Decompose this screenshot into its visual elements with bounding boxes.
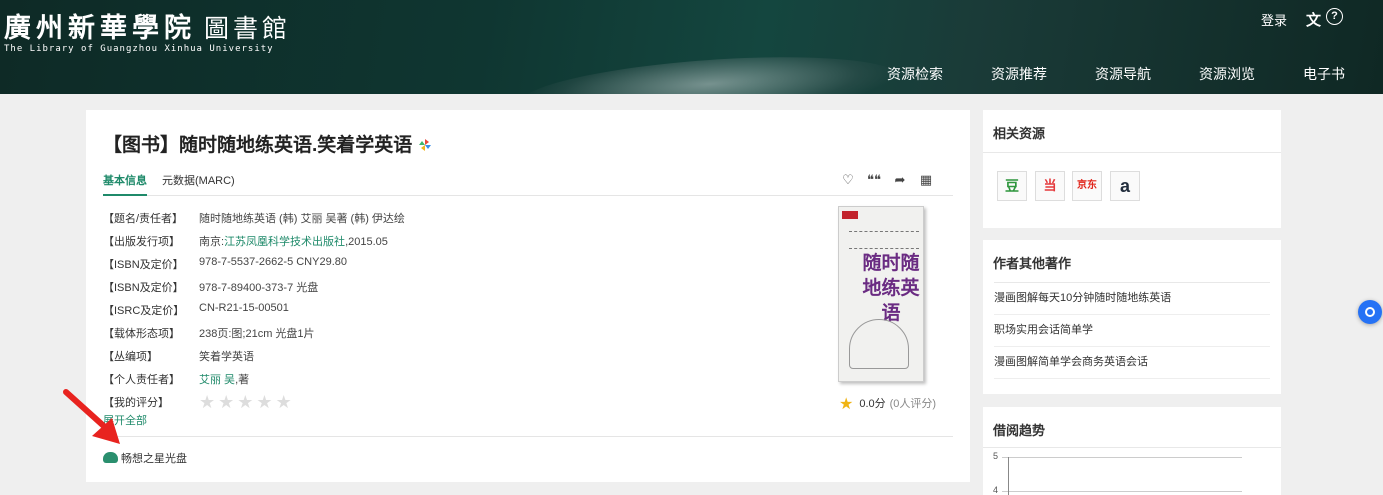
trend-gridline	[1002, 457, 1242, 458]
login-link[interactable]: 登录	[1261, 10, 1287, 29]
star-icon[interactable]: ★	[237, 392, 253, 412]
nav-resource-browse[interactable]: 资源浏览	[1199, 64, 1255, 84]
author-link[interactable]: 艾丽 吴	[199, 374, 235, 386]
cd-resource-link[interactable]: 畅想之星光盘	[103, 450, 187, 466]
related-resources-panel: 相关资源	[983, 110, 1281, 228]
author-work-item[interactable]: 漫画图解每天10分钟随时随地练英语	[994, 283, 1270, 315]
author-work-item[interactable]: 漫画图解简单学会商务英语会话	[994, 347, 1270, 379]
divider	[983, 447, 1281, 448]
field-label: 【个人责任者】	[103, 374, 180, 386]
nav-resource-recommend[interactable]: 资源推荐	[991, 64, 1047, 84]
book-cover[interactable]: 随时随地练英语	[838, 206, 924, 382]
logo-english-name: The Library of Guangzhou Xinhua Universi…	[4, 44, 274, 54]
related-resources-title: 相关资源	[993, 126, 1046, 141]
trend-axis	[1008, 457, 1009, 495]
field-label: 【题名/责任者】	[103, 213, 184, 225]
trend-gridline	[1002, 491, 1242, 492]
author-works-panel: 作者其他著作 漫画图解每天10分钟随时随地练英语 职场实用会话简单学 漫画图解简…	[983, 240, 1281, 394]
detail-tabs: 基本信息 元数据(MARC) ♡ ❝❝ ➦ ▦	[103, 172, 953, 196]
star-icon[interactable]: ★	[256, 392, 272, 412]
nav-ebook[interactable]: 电子书	[1303, 64, 1345, 84]
field-value: 随时随地练英语 (韩) 艾丽 吴著 (韩) 伊达绘	[199, 213, 405, 225]
site-header: 廣州新華學院 圖書館 The Library of Guangzhou Xinhu…	[0, 0, 1383, 94]
star-icon[interactable]: ★	[199, 392, 215, 412]
cover-illustration-figure	[849, 319, 909, 369]
field-value: 978-7-5537-2662-5 CNY29.80	[199, 256, 347, 268]
book-title: 【图书】随时随地练英语.笑着学英语	[103, 130, 432, 157]
help-icon[interactable]: ?	[1326, 8, 1343, 25]
douban-icon[interactable]: 豆	[997, 171, 1027, 201]
field-label: 【ISBN及定价】	[103, 282, 184, 294]
trend-tick-label: 5	[993, 451, 999, 461]
floating-assistant-button[interactable]	[1358, 300, 1382, 324]
divider	[100, 436, 953, 437]
author-work-item[interactable]: 职场实用会话简单学	[994, 315, 1270, 347]
cover-illustration	[849, 231, 919, 249]
divider	[983, 152, 1281, 153]
cover-publisher-logo	[842, 211, 858, 219]
book-detail-card: 【图书】随时随地练英语.笑着学英语 基本信息 元数据(MARC) ♡ ❝❝ ➦ …	[86, 110, 970, 482]
borrow-trend-title: 借阅趋势	[993, 423, 1046, 438]
book-title-text: 【图书】随时随地练英语.笑着学英语	[103, 135, 413, 156]
field-label: 【丛编项】	[103, 351, 158, 363]
main-nav: 资源检索 资源推荐 资源导航 资源浏览 电子书	[839, 64, 1345, 84]
cover-title: 随时随地练英语	[862, 253, 920, 324]
field-value: 238页:图;21cm 光盘1片	[199, 328, 315, 340]
author-role: ,著	[235, 374, 250, 386]
field-value: 艾丽 吴,著	[199, 371, 249, 387]
logo-library-name: 圖書館	[204, 14, 292, 43]
field-label: 【ISRC及定价】	[103, 305, 185, 317]
tab-marc[interactable]: 元数据(MARC)	[162, 172, 235, 196]
rating-stars[interactable]: ★ ★ ★ ★ ★	[199, 392, 295, 413]
logo-university-name: 廣州新華學院	[4, 13, 196, 44]
field-label: 【出版发行项】	[103, 236, 180, 248]
pinwheel-icon[interactable]	[418, 138, 432, 152]
series-link[interactable]: 笑着学英语	[199, 348, 254, 364]
favorite-icon[interactable]: ♡	[835, 172, 861, 188]
author-works-title: 作者其他著作	[993, 256, 1072, 271]
score-value: 0.0分	[859, 398, 886, 410]
publish-date: ,2015.05	[345, 236, 388, 248]
star-icon[interactable]: ★	[276, 392, 292, 412]
share-icon[interactable]: ➦	[887, 172, 913, 188]
quote-icon[interactable]: ❝❝	[861, 172, 887, 188]
field-label: 【载体形态项】	[103, 328, 180, 340]
score-summary: ★ 0.0分 (0人评分)	[839, 394, 936, 414]
translate-icon[interactable]: 文	[1306, 9, 1321, 30]
qrcode-icon[interactable]: ▦	[913, 172, 939, 188]
nav-resource-navigation[interactable]: 资源导航	[1095, 64, 1151, 84]
tab-basic-info[interactable]: 基本信息	[103, 172, 147, 196]
borrow-trend-panel: 借阅趋势 5 4	[983, 407, 1281, 495]
score-count: (0人评分)	[889, 398, 937, 410]
publisher-place: 南京:	[199, 236, 225, 248]
dangdang-icon[interactable]: 当	[1035, 171, 1065, 201]
trend-tick-label: 4	[993, 485, 999, 495]
cloud-icon	[103, 452, 118, 463]
field-value: 978-7-89400-373-7 光盘	[199, 282, 319, 294]
nav-resource-search[interactable]: 资源检索	[887, 64, 943, 84]
field-value: 南京:江苏凤凰科学技术出版社,2015.05	[199, 233, 388, 249]
field-value: CN-R21-15-00501	[199, 302, 289, 314]
library-logo[interactable]: 廣州新華學院 圖書館	[4, 6, 291, 45]
tab-actions: ♡ ❝❝ ➦ ▦	[835, 172, 939, 188]
jd-icon[interactable]: 京东	[1072, 171, 1102, 201]
star-icon[interactable]: ★	[218, 392, 234, 412]
score-star-icon: ★	[839, 396, 854, 413]
field-label: 【ISBN及定价】	[103, 259, 184, 271]
publisher-link[interactable]: 江苏凤凰科学技术出版社	[224, 236, 345, 248]
cd-resource-label: 畅想之星光盘	[121, 453, 187, 465]
amazon-icon[interactable]: a	[1110, 171, 1140, 201]
annotation-arrow-icon	[63, 389, 120, 444]
